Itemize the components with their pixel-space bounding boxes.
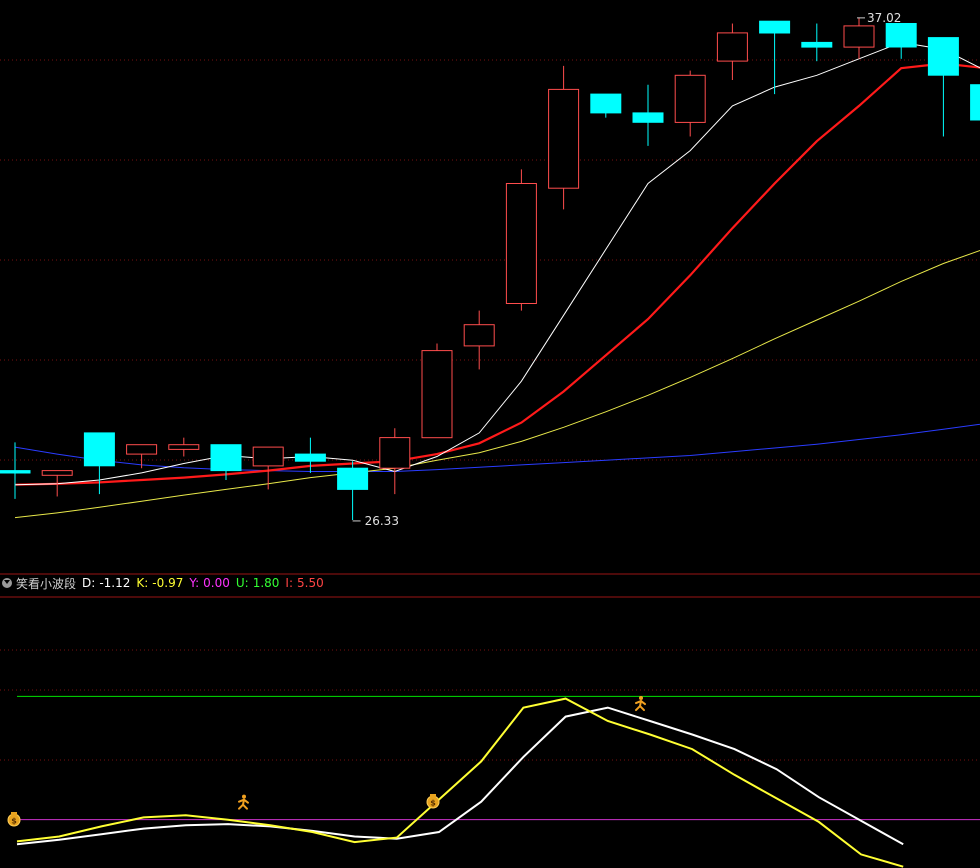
low-price-label: 26.33 [365, 514, 399, 528]
candle-body-22 [927, 37, 959, 76]
ma10-line [14, 62, 980, 486]
candle-body-15 [632, 112, 664, 123]
indicator-value-1: -0.97 [152, 576, 184, 590]
candle-17 [716, 23, 748, 80]
candle-body-8 [337, 467, 369, 490]
money-bag-neck-0 [11, 812, 17, 815]
money-bag-icon-0: $ [7, 812, 21, 827]
indicator-values: D: -1.12 K: -0.97 Y: 0.00 U: 1.80 I: 5.50 [82, 576, 330, 590]
candle-body-18 [759, 20, 791, 34]
indicator-value-2: 0.00 [203, 576, 230, 590]
grid-lines [0, 59, 980, 761]
candle-body-9 [379, 437, 411, 469]
candle-9 [379, 428, 411, 495]
candle-body-14 [590, 93, 622, 114]
indicator-value-0: -1.12 [99, 576, 131, 590]
candle-body-3 [126, 444, 158, 455]
candle-body-0 [0, 470, 31, 474]
indicator-header: 笑看小波段 D: -1.12 K: -0.97 Y: 0.00 U: 1.80 I: 5.50 [2, 575, 330, 591]
candle-body-13 [548, 88, 580, 189]
candle-11 [463, 310, 495, 370]
candle-body-23 [970, 84, 980, 121]
candle-15 [632, 84, 664, 146]
indicator-value-4: 5.50 [297, 576, 324, 590]
candle-body-4 [168, 444, 200, 450]
candle-body-21 [885, 23, 917, 48]
candle-18 [759, 20, 791, 95]
candle-body-19 [801, 41, 833, 48]
money-bag-symbol-1: $ [430, 799, 436, 808]
candle-body-12 [505, 183, 537, 304]
moving-average-lines [14, 41, 980, 519]
signal-markers: $$ [7, 696, 646, 827]
candle-14 [590, 93, 622, 118]
high-price-label: 37.02 [867, 11, 901, 25]
candle-12 [505, 169, 537, 311]
candle-body-20 [843, 25, 875, 48]
candle-16 [674, 70, 706, 137]
indicator-label-2: Y: [189, 576, 200, 590]
money-bag-symbol-0: $ [11, 817, 17, 826]
candlesticks[interactable] [0, 17, 980, 520]
candle-6 [252, 446, 284, 490]
running-man-icon-0 [238, 794, 249, 810]
candle-4 [168, 437, 200, 457]
candle-body-11 [463, 324, 495, 347]
candle-body-17 [716, 32, 748, 62]
candle-22 [927, 37, 959, 137]
running-man-icon-1 [635, 696, 646, 712]
ma5-line [14, 41, 980, 486]
indicator-label-1: K: [136, 576, 149, 590]
candle-13 [548, 65, 580, 210]
candle-2 [83, 432, 115, 495]
candle-body-7 [294, 453, 326, 462]
candle-body-6 [252, 446, 284, 467]
candle-3 [126, 444, 158, 469]
runner-leg-back-1 [635, 705, 641, 712]
indicator-value-3: 1.80 [252, 576, 280, 590]
indicator-d-line [16, 706, 904, 846]
indicator-label-4: I: [285, 576, 293, 590]
runner-head-0 [242, 794, 246, 799]
candle-19 [801, 23, 833, 62]
candle-body-16 [674, 74, 706, 123]
candle-23 [970, 84, 980, 121]
indicator-k-line [16, 697, 904, 868]
indicator-panel[interactable] [16, 695, 980, 868]
candle-10 [421, 343, 453, 439]
price-annotations: 37.02 26.33 [352, 11, 901, 528]
candle-body-2 [83, 432, 115, 467]
runner-head-1 [639, 696, 643, 701]
candle-0 [0, 442, 31, 499]
ma30-line [14, 249, 980, 519]
money-bag-neck-1 [430, 794, 436, 797]
indicator-menu-icon[interactable] [2, 578, 12, 588]
money-bag-icon-1: $ [426, 794, 440, 809]
indicator-label-3: U: [235, 576, 249, 590]
candle-8 [337, 461, 369, 520]
indicator-title: 笑看小波段 [16, 576, 77, 591]
indicator-label-0: D: [82, 576, 96, 590]
candle-body-5 [210, 444, 242, 472]
candle-21 [885, 23, 917, 59]
runner-leg-back-0 [238, 803, 244, 810]
stock-chart[interactable]: 37.02 26.33 $$ [0, 0, 980, 868]
candle-body-1 [41, 470, 73, 476]
candle-body-10 [421, 350, 453, 439]
